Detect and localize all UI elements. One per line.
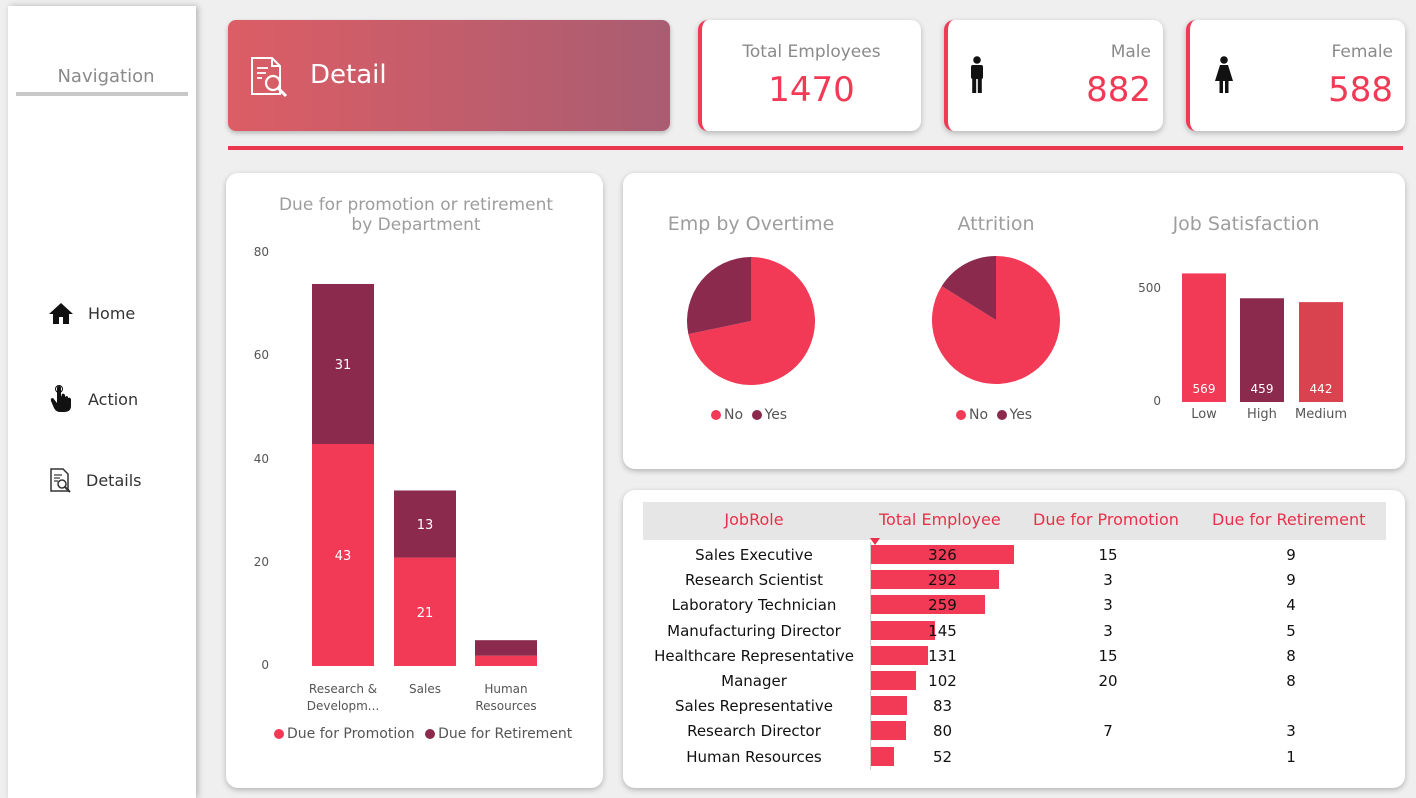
cell-total-employee: 83 (932, 697, 953, 716)
table-row: Research Director 80 7 3 (643, 721, 1386, 744)
table-row: Human Resources 52 1 (643, 746, 1386, 770)
kpi-value: 1470 (768, 70, 855, 110)
kpi-label: Male (1110, 42, 1151, 62)
cell-total-employee: 145 (928, 621, 957, 640)
cell-jobrole: Research Director (687, 722, 821, 741)
cell-total-employee: 131 (928, 646, 957, 665)
cell-total-employee: 259 (928, 596, 957, 615)
nav-item-label: Action (88, 389, 139, 409)
header-divider (228, 146, 1403, 150)
data-label: 43 (335, 549, 352, 564)
kpi-label: Female (1331, 42, 1393, 62)
kpi-value: 882 (1086, 70, 1151, 110)
kpi-value: 588 (1328, 70, 1393, 110)
male-icon (968, 56, 986, 98)
table-row: Sales Representative 83 (643, 696, 1386, 719)
x-tick-label: Medium (1295, 407, 1347, 422)
navigation-panel: Navigation Home Action Details (8, 6, 196, 798)
cell-due-retirement: 4 (1286, 596, 1296, 615)
cell-total-employee: 292 (928, 571, 957, 590)
overview-card: Emp by Overtime No Yes Attrition No Yes … (623, 173, 1405, 469)
column-header-total-employee[interactable]: Total Employee (879, 510, 1001, 529)
page-header: Detail (228, 20, 670, 131)
female-icon (1214, 56, 1234, 98)
chart-legend: Due for Promotion Due for Retirement (274, 726, 572, 742)
data-label: 21 (417, 606, 434, 621)
cell-total-employee: 52 (932, 747, 953, 766)
nav-item-home[interactable]: Home (48, 298, 135, 328)
table-row: Healthcare Representative 131 15 8 (643, 645, 1386, 669)
kpi-total-employees: Total Employees 1470 (698, 20, 921, 131)
cell-due-promotion: 3 (1103, 596, 1113, 615)
column-header-due-retirement[interactable]: Due for Retirement (1212, 510, 1365, 529)
column-header-jobrole[interactable]: JobRole (643, 510, 865, 529)
legend-swatch (425, 729, 436, 739)
cell-total-employee: 80 (932, 722, 953, 741)
column-header-due-promotion[interactable]: Due for Promotion (1033, 510, 1179, 529)
cell-due-promotion: 15 (1098, 546, 1118, 564)
bar-segment (475, 640, 537, 656)
kpi-female: Female 588 (1186, 20, 1405, 131)
department-chart-card: Due for promotion or retirement by Depar… (226, 173, 603, 788)
cell-jobrole: Sales Executive (695, 546, 813, 564)
kpi-label: Total Employees (742, 42, 881, 62)
table-row: Research Scientist 292 3 9 (643, 570, 1386, 593)
cell-due-promotion: 20 (1098, 672, 1118, 690)
document-search-icon (48, 467, 72, 493)
cell-due-promotion: 3 (1103, 571, 1113, 590)
legend-label: Due for Promotion (287, 726, 415, 742)
cell-total-employee: 102 (928, 672, 957, 690)
home-icon (48, 301, 74, 325)
cell-jobrole: Manufacturing Director (667, 621, 841, 640)
nav-item-label: Home (88, 303, 136, 323)
data-label: 569 (1193, 382, 1216, 396)
table-header: JobRole Total Employee Due for Promotion… (643, 502, 1386, 545)
hand-pointer-icon (48, 385, 74, 413)
cell-total-employee: 326 (928, 546, 957, 564)
cell-due-retirement: 5 (1286, 621, 1296, 640)
table-row: Sales Executive 326 15 9 (643, 545, 1386, 568)
data-label: 13 (417, 518, 434, 533)
data-label: 31 (335, 358, 352, 373)
nav-item-label: Details (86, 470, 142, 490)
cell-due-retirement: 1 (1286, 747, 1296, 766)
cell-jobrole: Healthcare Representative (654, 646, 854, 665)
kpi-male: Male 882 (944, 20, 1163, 131)
navigation-title: Navigation (57, 66, 155, 87)
navigation-divider (16, 92, 188, 96)
bar-segment (475, 655, 537, 666)
document-search-icon (248, 56, 290, 102)
data-label: 442 (1310, 382, 1333, 396)
table-row: Manufacturing Director 145 3 5 (643, 620, 1386, 644)
cell-due-promotion: 3 (1103, 621, 1113, 640)
job-satisfaction-bar-chart: 569 459 442 (1182, 273, 1343, 402)
table-row: Laboratory Technician 259 3 4 (643, 595, 1386, 618)
data-label: 459 (1251, 382, 1274, 396)
x-tick-label: Human Resources (475, 682, 537, 713)
table-row: Manager 102 20 8 (643, 671, 1386, 694)
cell-jobrole: Sales Representative (674, 697, 834, 716)
cell-due-retirement: 8 (1286, 672, 1296, 690)
cell-jobrole: Human Resources (686, 747, 822, 766)
legend-swatch (274, 729, 284, 739)
cell-due-promotion: 7 (1103, 722, 1113, 741)
cell-jobrole: Research Scientist (685, 571, 823, 590)
page-title: Detail (310, 60, 387, 90)
nav-item-details[interactable]: Details (48, 465, 141, 495)
cell-due-retirement: 3 (1286, 722, 1296, 741)
cell-jobrole: Laboratory Technician (671, 596, 837, 615)
legend-label: Due for Retirement (438, 726, 573, 742)
nav-item-action[interactable]: Action (48, 384, 138, 414)
cell-due-retirement: 9 (1286, 546, 1296, 564)
cell-due-retirement: 9 (1286, 571, 1296, 590)
cell-due-retirement: 8 (1286, 646, 1296, 665)
cell-jobrole: Manager (721, 672, 787, 690)
cell-due-promotion: 15 (1098, 646, 1118, 665)
